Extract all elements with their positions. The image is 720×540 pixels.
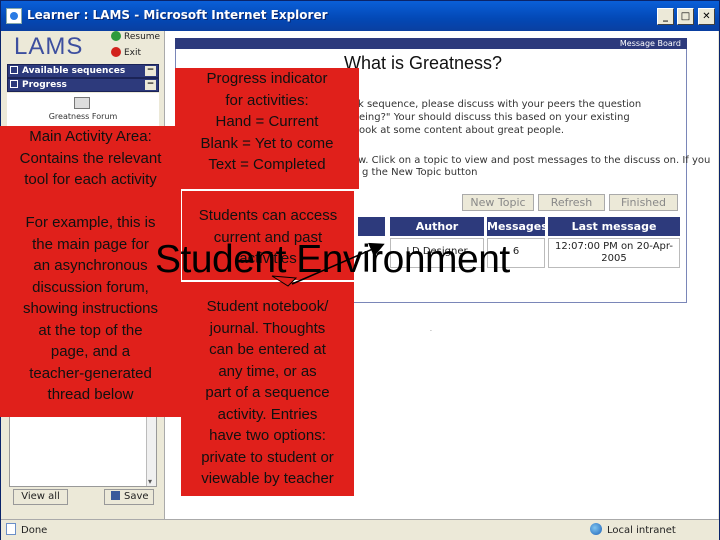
view-all-button[interactable]: View all: [13, 489, 68, 505]
section-icon: [10, 80, 18, 88]
instruction-line: w. Click on a topic to view and post mes…: [358, 155, 711, 166]
current-activity-label[interactable]: Greatness Forum: [7, 112, 159, 121]
save-disk-icon: [111, 491, 120, 500]
page-heading: What is Greatness?: [344, 53, 503, 73]
progress-label: Progress: [22, 80, 67, 90]
finished-button[interactable]: Finished: [609, 194, 678, 211]
exit-button[interactable]: Exit: [111, 47, 141, 61]
message-board-header: Message Board: [175, 38, 687, 49]
lams-logo: LAMS: [14, 33, 84, 60]
collapse-toggle-icon[interactable]: −: [145, 66, 156, 76]
instruction-line: eing?" Your should discuss this based on…: [359, 112, 630, 123]
table-cell-last-message: 12:07:00 PM on 20-Apr-2005: [548, 238, 680, 268]
status-zone: Local intranet: [590, 523, 676, 536]
activity-icon[interactable]: [74, 97, 90, 109]
window-title: Learner : LAMS - Microsoft Internet Expl…: [27, 8, 328, 22]
new-topic-button[interactable]: New Topic: [462, 194, 534, 211]
refresh-button[interactable]: Refresh: [538, 194, 605, 211]
slide-title: Student Environment: [155, 238, 510, 281]
resume-label: Resume: [124, 32, 161, 42]
page-icon: [6, 523, 16, 535]
instruction-line: ook at some content about great people.: [359, 125, 565, 136]
status-done: Done: [6, 523, 47, 536]
available-sequences-bar[interactable]: Available sequences −: [7, 64, 159, 78]
table-header-topic: [358, 217, 385, 236]
notebook-area[interactable]: [9, 416, 157, 487]
exit-icon: [111, 47, 121, 57]
save-button[interactable]: Save: [104, 489, 154, 505]
close-button[interactable]: ✕: [698, 8, 715, 25]
maximize-button[interactable]: □: [677, 8, 694, 25]
collapse-toggle-icon[interactable]: −: [145, 80, 156, 90]
progress-area: Greatness Forum: [7, 93, 159, 129]
progress-bar-header[interactable]: Progress −: [7, 78, 159, 92]
table-header-author: Author: [390, 217, 484, 236]
internet-explorer-icon: [6, 8, 22, 24]
callout-main-activity-area: Main Activity Area: Contains the relevan…: [0, 126, 181, 417]
instruction-line: k sequence, please discuss with your pee…: [358, 99, 642, 110]
instruction-line: g the New Topic button: [362, 167, 478, 178]
resume-icon: [111, 31, 121, 41]
status-done-label: Done: [21, 525, 48, 536]
available-sequences-label: Available sequences: [22, 66, 126, 76]
status-zone-label: Local intranet: [607, 525, 676, 536]
content-marker: .: [430, 326, 432, 333]
title-bar[interactable]: Learner : LAMS - Microsoft Internet Expl…: [1, 1, 719, 31]
globe-icon: [590, 523, 602, 535]
table-header-messages: Messages: [487, 217, 548, 236]
minimize-button[interactable]: _: [657, 8, 674, 25]
callout-progress-indicator: Progress indicator for activities: Hand …: [175, 68, 359, 189]
resume-button[interactable]: Resume: [111, 31, 160, 45]
callout-student-notebook: Student notebook/ journal. Thoughts can …: [181, 282, 354, 496]
notebook-scrollbar[interactable]: [146, 417, 156, 486]
save-label: Save: [124, 491, 149, 502]
section-icon: [10, 66, 18, 74]
table-header-last-message: Last message: [548, 217, 680, 236]
exit-label: Exit: [124, 48, 142, 58]
status-bar: Done Local intranet: [1, 519, 719, 540]
